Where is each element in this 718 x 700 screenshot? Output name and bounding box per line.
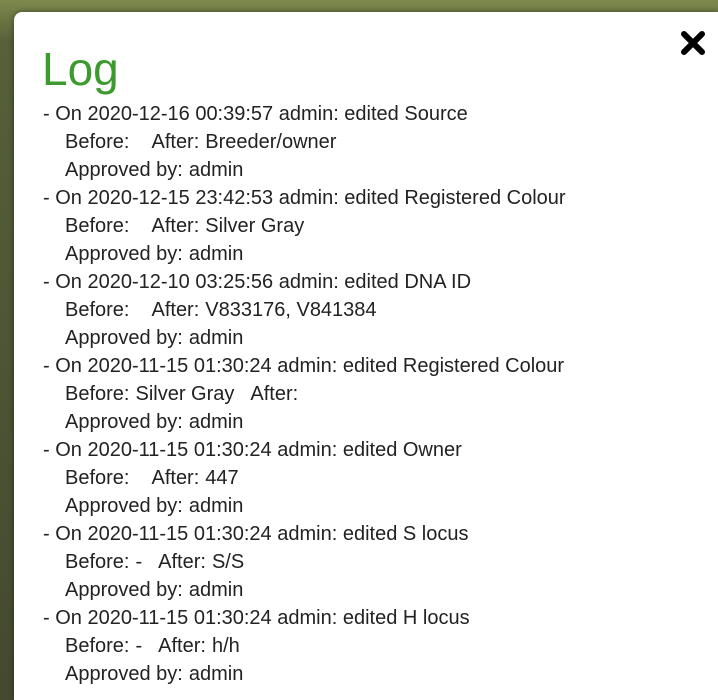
after-label: After:	[158, 635, 206, 657]
before-label: Before:	[65, 383, 130, 405]
log-entry-change: Before: Silver Gray After:	[43, 380, 691, 408]
log-entry-header: - On 2020-12-16 00:39:57 admin: edited S…	[43, 103, 468, 125]
log-entry-change: Before: After: V833176, V841384	[43, 296, 691, 324]
log-entry-approval: Approved by: admin	[43, 660, 691, 685]
log-entry-approval: Approved by: admin	[43, 240, 691, 268]
before-label: Before:	[65, 299, 130, 321]
close-button[interactable]	[676, 26, 710, 60]
log-entry-change: Before: After: 447	[43, 464, 691, 492]
approved-by-value: admin	[188, 327, 244, 349]
log-entry-change: Before: After: Breeder/owner	[43, 128, 691, 156]
before-value: Silver Gray	[135, 383, 235, 405]
after-label: After:	[151, 467, 200, 489]
log-entry-approval: Approved by: admin	[43, 576, 691, 604]
after-value: Silver Gray	[205, 215, 305, 237]
log-entry-header: - On 2020-11-15 01:30:24 admin: edited O…	[43, 439, 462, 461]
before-value: -	[135, 551, 143, 573]
approved-by-value: admin	[188, 663, 244, 685]
approved-by-label: Approved by:	[65, 495, 183, 517]
after-value: S/S	[211, 551, 245, 573]
log-entry: - On 2020-12-15 23:42:53 admin: edited R…	[43, 184, 691, 268]
after-value: Breeder/owner	[205, 131, 337, 153]
log-entry: - On 2020-11-15 01:30:24 admin: edited H…	[43, 604, 691, 685]
dialog-title: Log	[42, 43, 119, 95]
before-value: -	[135, 635, 143, 657]
log-scroll-area[interactable]: - On 2020-12-16 00:39:57 admin: edited S…	[43, 100, 691, 685]
before-label: Before:	[65, 551, 130, 573]
after-value: 447	[205, 467, 239, 489]
after-value: h/h	[211, 635, 240, 657]
approved-by-label: Approved by:	[65, 327, 183, 349]
after-label: After:	[250, 383, 299, 405]
log-entry: - On 2020-12-16 00:39:57 admin: edited S…	[43, 100, 691, 184]
after-label: After:	[151, 299, 200, 321]
log-entry-change: Before: After: Silver Gray	[43, 212, 691, 240]
log-entry-change: Before: - After: S/S	[43, 548, 691, 576]
log-entry-header: - On 2020-11-15 01:30:24 admin: edited H…	[43, 607, 470, 629]
before-label: Before:	[65, 635, 130, 657]
log-entry-approval: Approved by: admin	[43, 324, 691, 352]
log-entry-header: - On 2020-12-15 23:42:53 admin: edited R…	[43, 187, 566, 209]
after-label: After:	[151, 215, 200, 237]
approved-by-value: admin	[188, 411, 244, 433]
approved-by-label: Approved by:	[65, 159, 183, 181]
approved-by-label: Approved by:	[65, 663, 183, 685]
log-entry: - On 2020-11-15 01:30:24 admin: edited S…	[43, 520, 691, 604]
close-x-icon	[681, 31, 705, 55]
before-label: Before:	[65, 467, 130, 489]
approved-by-label: Approved by:	[65, 243, 183, 265]
after-label: After:	[151, 131, 200, 153]
log-list: - On 2020-12-16 00:39:57 admin: edited S…	[43, 100, 691, 685]
approved-by-value: admin	[188, 159, 244, 181]
log-entry-header: - On 2020-12-10 03:25:56 admin: edited D…	[43, 271, 472, 293]
approved-by-value: admin	[188, 495, 244, 517]
log-entry: - On 2020-11-15 01:30:24 admin: edited O…	[43, 436, 691, 520]
approved-by-label: Approved by:	[65, 411, 183, 433]
log-entry-approval: Approved by: admin	[43, 408, 691, 436]
before-label: Before:	[65, 131, 130, 153]
log-entry-approval: Approved by: admin	[43, 156, 691, 184]
approved-by-value: admin	[188, 243, 244, 265]
before-label: Before:	[65, 215, 130, 237]
log-entry-change: Before: - After: h/h	[43, 632, 691, 660]
log-entry-header: - On 2020-11-15 01:30:24 admin: edited R…	[43, 355, 565, 377]
after-value: V833176, V841384	[205, 299, 377, 321]
log-entry: - On 2020-11-15 01:30:24 admin: edited R…	[43, 352, 691, 436]
log-entry: - On 2020-12-10 03:25:56 admin: edited D…	[43, 268, 691, 352]
after-label: After:	[158, 551, 206, 573]
approved-by-label: Approved by:	[65, 579, 183, 601]
log-entry-header: - On 2020-11-15 01:30:24 admin: edited S…	[43, 523, 469, 545]
log-entry-approval: Approved by: admin	[43, 492, 691, 520]
approved-by-value: admin	[188, 579, 244, 601]
log-dialog: Log - On 2020-12-16 00:39:57 admin: edit…	[14, 12, 718, 700]
